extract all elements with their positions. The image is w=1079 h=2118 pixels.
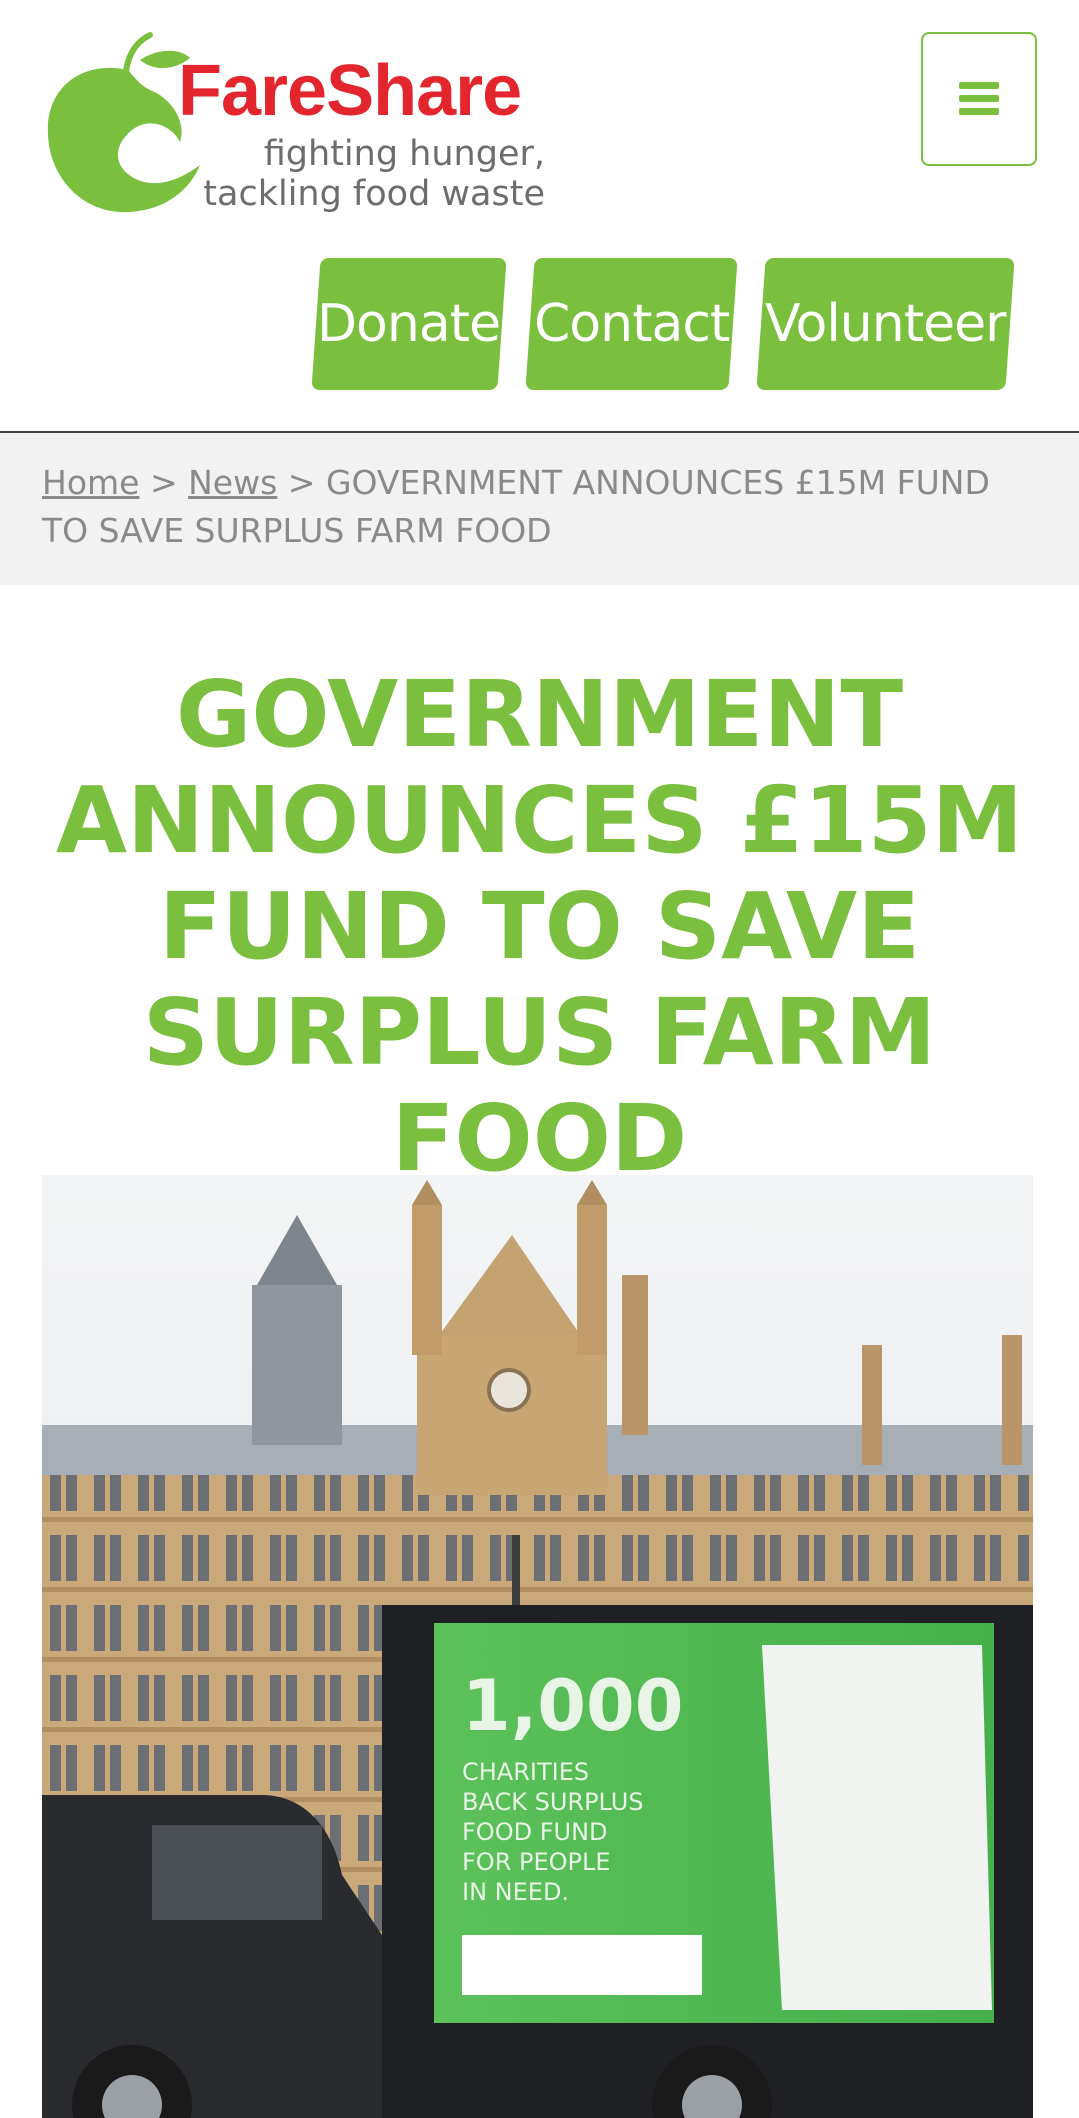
brand-name: FareShare xyxy=(178,51,522,131)
billboard-line-3: FOOD FUND xyxy=(462,1818,608,1846)
breadcrumb-news-link[interactable]: News xyxy=(188,463,277,502)
breadcrumb-current: GOVERNMENT ANNOUNCES £15M FUND TO SAVE S… xyxy=(42,463,990,550)
volunteer-button[interactable]: Volunteer xyxy=(756,258,1015,390)
billboard-line-2: BACK SURPLUS xyxy=(462,1788,644,1816)
menu-button[interactable] xyxy=(921,32,1037,166)
article-title: GOVERNMENT ANNOUNCES £15M FUND TO SAVE S… xyxy=(55,661,1024,1192)
billboard-line-4: FOR PEOPLE xyxy=(462,1848,611,1876)
billboard-line-5: IN NEED. xyxy=(462,1878,569,1906)
fareshare-logo[interactable]: FareShare fighting hunger, tackling food… xyxy=(40,30,560,220)
donate-button[interactable]: Donate xyxy=(311,258,507,390)
hamburger-menu-icon xyxy=(959,82,999,115)
parliament-billboard-photo: 1,000 CHARITIES BACK SURPLUS FOOD FUND F… xyxy=(42,1175,1033,2118)
tagline-line-2: tackling food waste xyxy=(203,174,545,214)
breadcrumb-separator: > xyxy=(149,463,178,502)
breadcrumb: Home > News > GOVERNMENT ANNOUNCES £15M … xyxy=(0,433,1079,585)
billboard-number: 1,000 xyxy=(462,1665,683,1747)
hero-image: 1,000 CHARITIES BACK SURPLUS FOOD FUND F… xyxy=(42,1175,1033,2118)
breadcrumb-separator: > xyxy=(287,463,316,502)
contact-button[interactable]: Contact xyxy=(525,258,738,390)
tagline-line-1: fighting hunger, xyxy=(263,134,545,174)
site-header: FareShare fighting hunger, tackling food… xyxy=(0,0,1079,433)
billboard-line-1: CHARITIES xyxy=(462,1758,589,1786)
brand-tagline: fighting hunger, tackling food waste xyxy=(40,134,545,214)
breadcrumb-home-link[interactable]: Home xyxy=(42,463,139,502)
